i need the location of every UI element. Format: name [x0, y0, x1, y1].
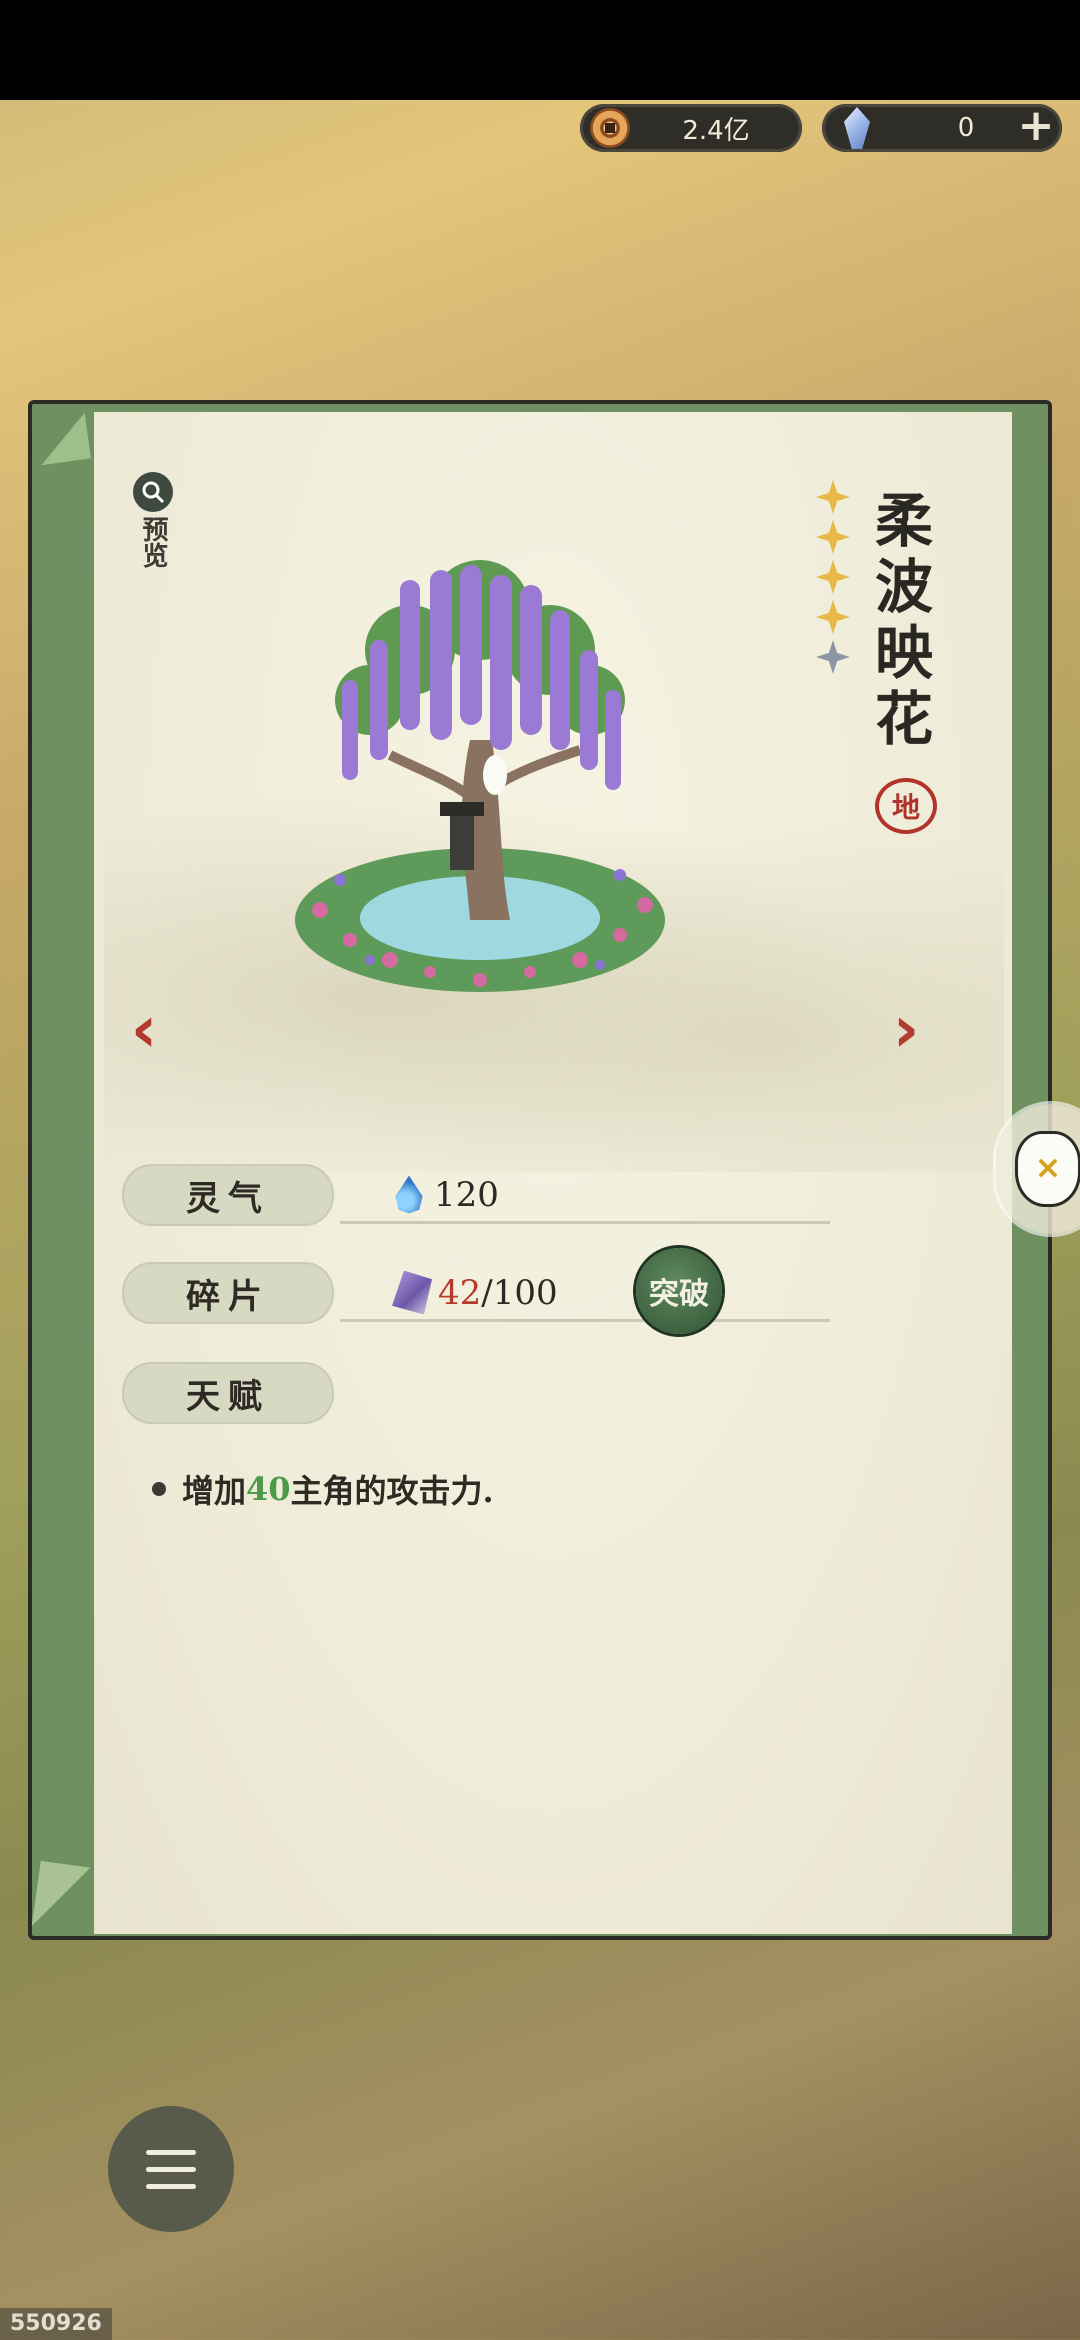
coin-icon	[590, 108, 630, 148]
wisteria-tree-illustration	[295, 560, 665, 992]
talent-desc-suffix: 主角的攻击力.	[290, 1472, 494, 1510]
next-item-arrow[interactable]: ›	[886, 998, 926, 1062]
corner-fold	[35, 412, 91, 466]
preview-label: 预览	[138, 516, 168, 568]
talent-row: 天赋	[122, 1362, 842, 1426]
gem-icon	[844, 107, 870, 149]
bullet-dot	[152, 1482, 166, 1496]
star-icon	[816, 600, 850, 634]
corner-fold	[31, 1860, 91, 1934]
fragments-total: /100	[481, 1272, 558, 1313]
talent-desc-value: 40	[246, 1470, 291, 1508]
main-menu-button[interactable]	[108, 2106, 234, 2232]
star-icon	[816, 560, 850, 594]
talent-label: 天赋	[122, 1362, 334, 1424]
spirit-value-field: 120	[340, 1168, 830, 1224]
hamburger-icon	[146, 2149, 196, 2155]
star-rating	[816, 480, 852, 680]
status-bar	[0, 0, 1080, 100]
spirit-value: 120	[434, 1174, 499, 1215]
coin-balance: 2.4亿	[580, 104, 802, 152]
previous-item-arrow[interactable]: ‹	[124, 998, 164, 1062]
build-id: 550926	[0, 2308, 112, 2340]
magnifier-icon	[133, 472, 173, 512]
fragments-row: 碎片 42 /100 突破	[122, 1248, 842, 1334]
talent-description: 增加 40 主角的攻击力.	[152, 1466, 494, 1512]
star-icon	[816, 520, 850, 554]
talent-desc-prefix: 增加	[182, 1472, 247, 1510]
coin-value: 2.4亿	[682, 115, 750, 146]
spirit-row: 灵气 120	[122, 1164, 842, 1228]
fragments-label: 碎片	[122, 1262, 334, 1324]
fragments-current: 42	[438, 1272, 482, 1313]
star-icon	[816, 480, 850, 514]
floating-assistant-tab[interactable]: ✕	[996, 1104, 1080, 1234]
spirit-drop-icon	[395, 1175, 423, 1214]
breakthrough-button[interactable]: 突破	[636, 1248, 722, 1334]
add-gems-button[interactable]: +	[1014, 104, 1058, 150]
item-name: 柔波映花	[874, 487, 933, 753]
cat-mascot-icon: ✕	[1018, 1134, 1078, 1204]
rank-seal: 地	[875, 778, 937, 834]
fragments-value-field: 42 /100	[340, 1266, 830, 1322]
gem-balance: 0 +	[822, 104, 1062, 152]
empty-star-icon	[816, 640, 850, 674]
preview-button[interactable]: 预览	[128, 472, 178, 568]
spirit-label: 灵气	[122, 1164, 334, 1226]
fragment-icon	[392, 1270, 432, 1315]
